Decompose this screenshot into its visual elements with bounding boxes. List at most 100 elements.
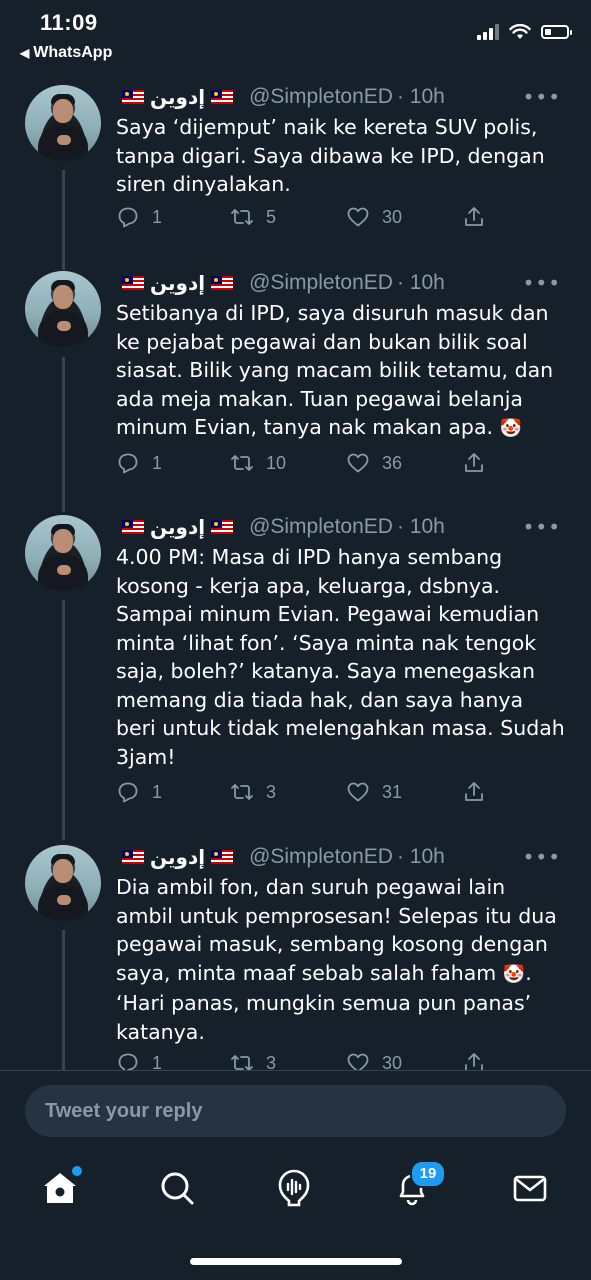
tweet-reply-input[interactable]: Tweet your reply (25, 1085, 566, 1137)
retweet-count: 10 (266, 452, 287, 473)
more-icon[interactable]: ••• (523, 515, 561, 539)
notifications-badge: 19 (410, 1160, 446, 1188)
tab-search[interactable] (157, 1168, 197, 1208)
like-count: 36 (382, 452, 403, 473)
reply-button[interactable]: 1 (116, 451, 162, 475)
display-name[interactable]: إدوين (150, 271, 205, 295)
more-icon[interactable]: ••• (523, 271, 561, 295)
like-button[interactable]: 31 (346, 780, 402, 804)
share-icon (465, 207, 483, 226)
malaysia-flag-icon (122, 276, 144, 290)
like-count: 31 (382, 781, 403, 802)
battery-level (545, 29, 551, 35)
tweet-header: إدوين @SimpletonED · 10h (116, 515, 445, 539)
malaysia-flag-icon (211, 520, 234, 534)
share-icon (465, 453, 483, 472)
notification-dot (70, 1164, 84, 1178)
like-button[interactable]: 36 (346, 451, 402, 475)
wifi-icon (509, 24, 531, 39)
share-icon (465, 782, 483, 801)
status-bar: 11:09 ◀ WhatsApp (0, 0, 591, 70)
clown-emoji: 🤡 (502, 963, 526, 985)
malaysia-flag-icon (211, 90, 234, 104)
back-app-label: WhatsApp (33, 44, 113, 61)
reply-count: 1 (152, 781, 163, 802)
display-name[interactable]: إدوين (150, 515, 205, 539)
avatar[interactable] (25, 271, 101, 347)
tab-spaces[interactable] (274, 1168, 314, 1208)
tweet-actions: 1 3 31 (116, 780, 556, 810)
tweet-text-body: Setibanya di IPD, saya disuruh masuk dan… (116, 301, 560, 439)
thread-line (62, 357, 65, 512)
user-handle[interactable]: @SimpletonED (249, 515, 393, 539)
tweet-text: Saya ‘dijemput’ naik ke kereta SUV polis… (116, 115, 552, 196)
share-button[interactable] (462, 205, 486, 229)
like-icon (347, 453, 369, 473)
back-to-whatsapp-link[interactable]: ◀ WhatsApp (20, 44, 112, 62)
reply-count: 1 (152, 206, 163, 227)
tweet-header: إدوين @SimpletonED · 10h (116, 271, 445, 295)
home-indicator[interactable] (190, 1258, 402, 1265)
reply-bar: Tweet your reply (0, 1070, 591, 1153)
clown-emoji: 🤡 (499, 418, 522, 439)
user-handle[interactable]: @SimpletonED (249, 271, 393, 295)
display-name[interactable]: إدوين (150, 845, 205, 869)
malaysia-flag-icon (211, 850, 234, 864)
more-icon[interactable]: ••• (523, 85, 561, 109)
like-count: 30 (382, 206, 403, 227)
user-handle[interactable]: @SimpletonED (249, 845, 393, 869)
back-arrow-icon: ◀ (20, 46, 30, 60)
reply-count: 1 (152, 452, 163, 473)
retweet-button[interactable]: 5 (230, 205, 276, 229)
reply-button[interactable]: 1 (116, 780, 162, 804)
like-icon (347, 782, 369, 802)
malaysia-flag-icon (122, 520, 144, 534)
tweet-actions: 1 5 30 (116, 205, 556, 235)
thread-line (62, 930, 65, 1070)
signal-icon (477, 24, 499, 40)
avatar[interactable] (25, 515, 101, 591)
share-button[interactable] (462, 451, 486, 475)
reply-icon (118, 207, 138, 228)
display-name[interactable]: إدوين (150, 85, 205, 109)
tweet-text: 4.00 PM: Masa di IPD hanya sembang koson… (116, 545, 572, 769)
messages-icon (513, 1175, 547, 1202)
tweet-time: · 10h (396, 271, 445, 294)
tweet-text: Dia ambil fon, dan suruh pegawai lain am… (116, 873, 566, 1046)
search-icon (161, 1172, 194, 1205)
tweet-time: · 10h (396, 515, 445, 538)
malaysia-flag-icon (122, 90, 144, 104)
retweet-icon (231, 784, 253, 800)
malaysia-flag-icon (122, 850, 144, 864)
retweet-button[interactable]: 3 (230, 780, 276, 804)
retweet-button[interactable]: 10 (230, 451, 286, 475)
user-handle[interactable]: @SimpletonED (249, 85, 393, 109)
like-icon (347, 207, 369, 227)
tweet-time: · 10h (396, 845, 445, 868)
clock: 11:09 (40, 10, 98, 35)
thread-line (62, 600, 65, 840)
tab-notifications[interactable]: 19 (392, 1160, 446, 1208)
share-button[interactable] (462, 780, 486, 804)
tweet-actions: 1 10 36 (116, 451, 556, 481)
spaces-icon (278, 1169, 310, 1207)
tweet-text-body: Dia ambil fon, dan suruh pegawai lain am… (116, 875, 564, 985)
more-icon[interactable]: ••• (523, 845, 561, 869)
avatar[interactable] (25, 845, 101, 921)
thread-line (62, 170, 65, 270)
tweet-header: إدوين @SimpletonED · 10h (116, 85, 445, 109)
status-icons (477, 24, 572, 40)
tweet-text: Setibanya di IPD, saya disuruh masuk dan… (116, 299, 566, 444)
malaysia-flag-icon (211, 276, 234, 290)
tab-messages[interactable] (510, 1168, 550, 1208)
tweet-header: إدوين @SimpletonED · 10h (116, 845, 445, 869)
avatar[interactable] (25, 85, 101, 161)
retweet-icon (231, 455, 253, 471)
retweet-count: 5 (266, 206, 277, 227)
like-button[interactable]: 30 (346, 205, 402, 229)
retweet-count: 3 (266, 781, 277, 802)
reply-icon (118, 453, 138, 474)
battery-icon (541, 25, 572, 39)
reply-button[interactable]: 1 (116, 205, 162, 229)
tab-home[interactable] (40, 1164, 84, 1208)
